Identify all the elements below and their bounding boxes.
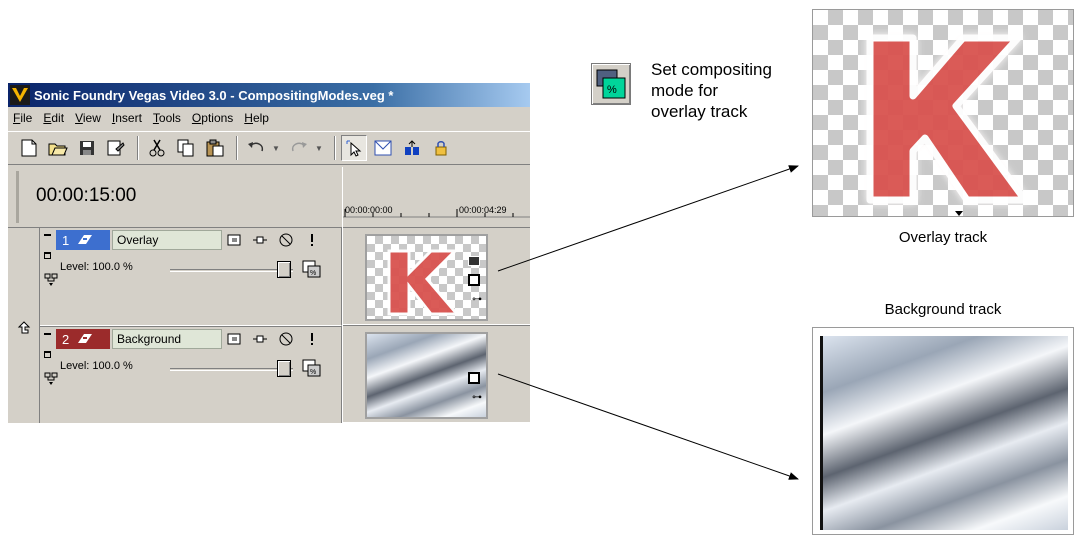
title-bar[interactable]: Sonic Foundry Vegas Video 3.0 - Composit…	[8, 83, 530, 107]
overlay-preview	[812, 9, 1074, 217]
level-slider-thumb[interactable]	[277, 360, 291, 377]
callout-line-1: Set compositing	[651, 60, 772, 79]
track-headers: 1 Overlay Level: 100.0 % % 2 Background …	[8, 227, 342, 423]
k-letter-preview	[866, 34, 1029, 204]
background-event-clip[interactable]: ⊶	[365, 332, 488, 419]
maximize-track-icon[interactable]	[44, 351, 51, 358]
track-header-background[interactable]: 2 Background Level: 100.0 % %	[40, 326, 342, 423]
level-slider-thumb[interactable]	[277, 261, 291, 278]
event-pan-crop-icon[interactable]	[468, 372, 480, 384]
menu-tools[interactable]: Tools	[148, 111, 186, 125]
arrow-to-background-preview	[497, 373, 799, 480]
toolbar-separator	[334, 136, 336, 160]
level-slider-track[interactable]	[170, 368, 293, 371]
maximize-track-icon[interactable]	[44, 252, 51, 259]
event-pan-crop-icon[interactable]	[468, 274, 480, 286]
video-track-icon	[78, 334, 93, 343]
undo-icon[interactable]	[243, 135, 269, 161]
compositing-mode-icon[interactable]: %	[302, 260, 322, 278]
track-gutter	[8, 228, 40, 423]
track-number-badge: 2	[56, 329, 110, 349]
menu-insert[interactable]: Insert	[107, 111, 147, 125]
properties-icon[interactable]	[103, 135, 129, 161]
callout-line-3: overlay track	[651, 102, 748, 121]
preview-marker	[955, 211, 963, 216]
timeline-lane-overlay[interactable]: ⊶	[343, 227, 530, 325]
callout-line-2: mode for	[651, 81, 719, 100]
vegas-window: Sonic Foundry Vegas Video 3.0 - Composit…	[8, 83, 530, 423]
compositing-mode-icon[interactable]: %	[302, 359, 322, 377]
envelope-tool-icon[interactable]	[370, 135, 396, 161]
svg-text:%: %	[607, 84, 617, 96]
event-fx-icon[interactable]	[468, 256, 480, 266]
lock-icon[interactable]	[428, 135, 454, 161]
mute-icon[interactable]	[278, 331, 294, 347]
menu-edit[interactable]: Edit	[38, 111, 69, 125]
time-display-panel: 00:00:15:00	[16, 171, 340, 223]
menu-help[interactable]: Help	[239, 111, 274, 125]
track-header-overlay[interactable]: 1 Overlay Level: 100.0 % %	[40, 228, 342, 326]
svg-text:%: %	[310, 369, 316, 376]
cut-icon[interactable]	[144, 135, 170, 161]
menu-bar: File Edit View Insert Tools Options Help	[8, 108, 530, 128]
overlay-track-caption: Overlay track	[898, 229, 988, 246]
redo-icon[interactable]	[286, 135, 312, 161]
menu-view[interactable]: View	[70, 111, 106, 125]
new-icon[interactable]	[16, 135, 42, 161]
arrow-to-overlay-preview	[497, 165, 799, 272]
mute-icon[interactable]	[278, 232, 294, 248]
callout-text: Set compositing mode for overlay track	[651, 59, 811, 122]
make-compositing-child-icon[interactable]	[16, 320, 32, 336]
timeline-pane: 00:00:00:00 00:00:04:29 ⊶ ⊶	[342, 167, 530, 423]
paste-icon[interactable]	[202, 135, 228, 161]
track-fx-icon[interactable]	[252, 232, 268, 248]
undo-dropdown-icon[interactable]: ▼	[272, 144, 282, 153]
track-name-field[interactable]: Background	[112, 329, 222, 349]
window-title: Sonic Foundry Vegas Video 3.0 - Composit…	[34, 87, 394, 103]
minimize-track-icon[interactable]	[44, 234, 51, 238]
save-icon[interactable]	[74, 135, 100, 161]
vegas-logo-icon	[10, 85, 30, 105]
solo-icon[interactable]	[304, 331, 320, 347]
open-icon[interactable]	[45, 135, 71, 161]
main-toolbar: ▼ ▼	[8, 131, 530, 165]
time-ruler[interactable]: 00:00:00:00 00:00:04:29	[343, 195, 530, 225]
selection-tool-icon[interactable]	[399, 135, 425, 161]
overlay-event-clip[interactable]: ⊶	[365, 234, 488, 321]
normal-edit-tool-icon[interactable]	[341, 135, 367, 161]
track-number-badge: 1	[56, 230, 110, 250]
timecode-display[interactable]: 00:00:15:00	[36, 185, 136, 207]
event-motion-icon[interactable]: ⊶	[472, 392, 482, 403]
menu-options[interactable]: Options	[187, 111, 238, 125]
toolbar-separator	[137, 136, 139, 160]
level-slider-track[interactable]	[170, 269, 293, 272]
svg-text:%: %	[310, 270, 316, 277]
track-name-field[interactable]: Overlay	[112, 230, 222, 250]
mountain-image	[820, 336, 1068, 530]
compositing-mode-callout-icon: %	[591, 63, 631, 105]
track-list-pane: 00:00:15:00 1 Overlay Level: 100.0 % % 2…	[8, 167, 342, 423]
copy-icon[interactable]	[173, 135, 199, 161]
level-label: Level: 100.0 %	[60, 360, 133, 372]
timeline-lane-background[interactable]: ⊶	[343, 325, 530, 423]
expand-track-keyframes-icon[interactable]	[44, 372, 58, 386]
menu-file[interactable]: File	[10, 111, 37, 125]
background-preview	[812, 327, 1074, 535]
minimize-track-icon[interactable]	[44, 333, 51, 337]
expand-track-keyframes-icon[interactable]	[44, 273, 58, 287]
track-motion-icon[interactable]	[226, 331, 242, 347]
toolbar-separator	[236, 136, 238, 160]
track-fx-icon[interactable]	[252, 331, 268, 347]
level-label: Level: 100.0 %	[60, 261, 133, 273]
event-motion-icon[interactable]: ⊶	[472, 294, 482, 305]
video-track-icon	[78, 235, 93, 244]
track-motion-icon[interactable]	[226, 232, 242, 248]
background-track-caption: Background track	[884, 301, 1002, 318]
redo-dropdown-icon[interactable]: ▼	[315, 144, 325, 153]
ruler-ticks	[343, 209, 530, 218]
solo-icon[interactable]	[304, 232, 320, 248]
